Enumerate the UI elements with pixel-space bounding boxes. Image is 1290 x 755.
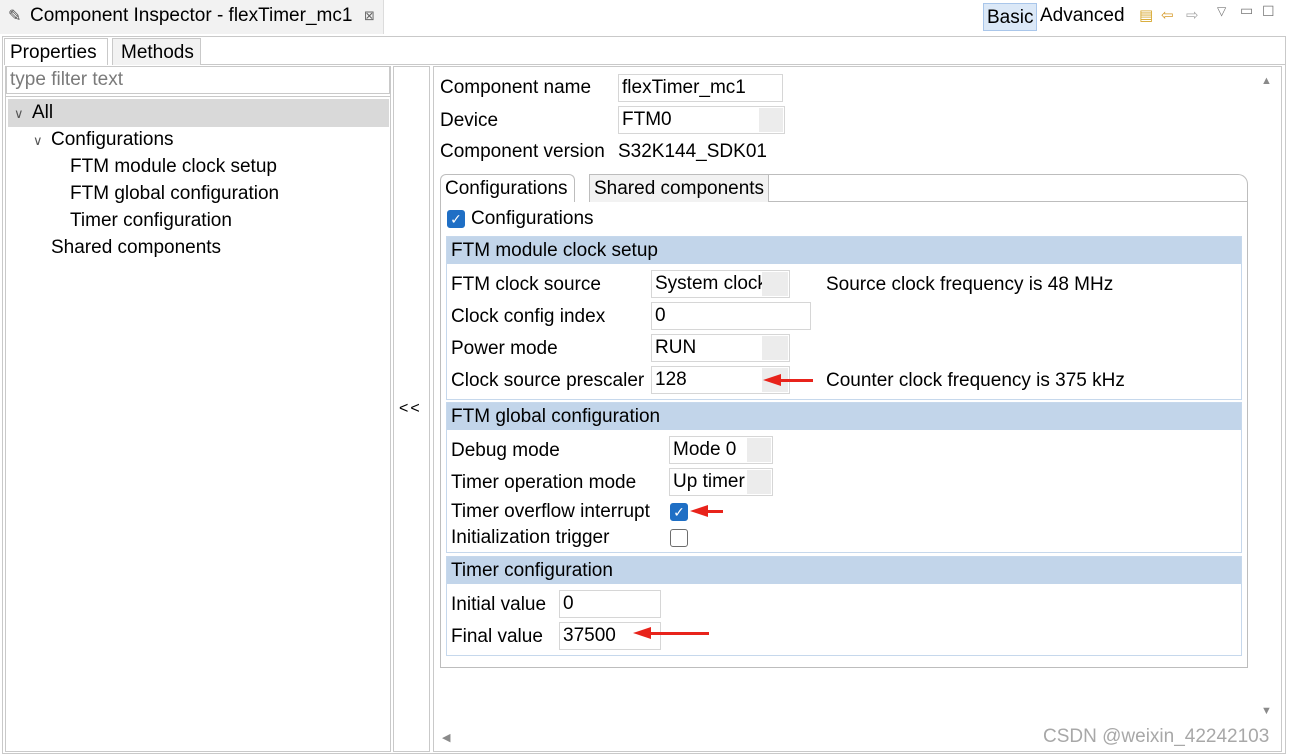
debug-mode-label: Debug mode xyxy=(451,440,560,461)
tree-item-global-config[interactable]: FTM global configuration xyxy=(70,183,279,205)
prescaler-label: Clock source prescaler xyxy=(451,370,645,391)
tree-item-configurations[interactable]: Configurations xyxy=(51,129,174,151)
tab-properties[interactable]: Properties xyxy=(4,38,108,65)
tree-item-clock-setup[interactable]: FTM module clock setup xyxy=(70,156,277,178)
chevron-down-icon[interactable]: ∨ xyxy=(33,133,43,149)
tree-item-all[interactable] xyxy=(8,99,389,127)
close-icon[interactable]: ⊠ xyxy=(364,8,375,24)
configurations-checkbox-label: Configurations xyxy=(471,208,594,229)
initial-value-label: Initial value xyxy=(451,594,547,615)
power-mode-value: RUN xyxy=(655,337,697,358)
operation-mode-value: Up timer xyxy=(673,471,745,492)
tab-methods[interactable]: Methods xyxy=(112,38,201,65)
prescaler-value: 128 xyxy=(655,369,687,390)
advanced-mode-button[interactable]: Advanced xyxy=(1040,5,1125,27)
dropdown-button[interactable] xyxy=(762,336,788,360)
back-arrow-icon[interactable]: ⇦ xyxy=(1161,6,1174,24)
operation-mode-combo[interactable]: Up timer xyxy=(669,468,773,496)
tab-shared-components[interactable]: Shared components xyxy=(589,174,769,202)
view-menu-icon[interactable]: ▽ xyxy=(1217,4,1226,18)
tab-configurations[interactable]: Configurations xyxy=(440,174,575,202)
clock-setup-header: FTM module clock setup xyxy=(447,237,1241,264)
operation-mode-label: Timer operation mode xyxy=(451,472,637,493)
debug-mode-value: Mode 0 xyxy=(673,439,737,460)
forward-arrow-icon[interactable]: ⇨ xyxy=(1186,6,1199,24)
scroll-left-icon[interactable]: ◀ xyxy=(442,731,450,744)
tab-strip-top-border xyxy=(769,174,1237,175)
vertical-scrollbar[interactable] xyxy=(1256,67,1280,727)
device-label: Device xyxy=(440,110,499,131)
minimize-icon[interactable]: ▭ xyxy=(1240,2,1253,19)
tabs-divider xyxy=(200,64,1286,65)
tree-item-all-label[interactable]: All xyxy=(32,102,53,124)
source-clock-hint: Source clock frequency is 48 MHz xyxy=(826,274,1114,295)
component-version-label: Component version xyxy=(440,141,605,162)
collapse-button[interactable]: << xyxy=(399,400,422,418)
overflow-interrupt-label: Timer overflow interrupt xyxy=(451,501,650,522)
init-trigger-label: Initialization trigger xyxy=(451,527,610,548)
filter-input[interactable] xyxy=(6,66,390,94)
watermark: CSDN @weixin_42242103 xyxy=(1043,726,1270,747)
initial-value-field[interactable]: 0 xyxy=(559,590,661,618)
timer-config-header: Timer configuration xyxy=(447,557,1241,584)
device-combo[interactable]: FTM0 xyxy=(618,106,785,134)
device-value: FTM0 xyxy=(622,109,672,130)
scroll-down-icon[interactable]: ▼ xyxy=(1261,705,1272,717)
tab-strip-corner xyxy=(1236,174,1248,202)
basic-mode-button[interactable]: Basic xyxy=(983,3,1037,31)
counter-clock-hint: Counter clock frequency is 375 kHz xyxy=(826,370,1125,391)
maximize-icon[interactable]: ☐ xyxy=(1262,3,1275,20)
note-icon[interactable]: ▤ xyxy=(1139,6,1153,24)
tree-divider xyxy=(6,96,390,97)
debug-mode-combo[interactable]: Mode 0 xyxy=(669,436,773,464)
chevron-down-icon[interactable]: ∨ xyxy=(14,106,24,122)
component-name-field[interactable]: flexTimer_mc1 xyxy=(618,74,783,102)
component-version-value: S32K144_SDK01 xyxy=(618,141,767,162)
clock-source-value: System clock xyxy=(655,273,767,294)
dropdown-button[interactable] xyxy=(747,470,771,494)
pencil-icon: ✎ xyxy=(8,8,22,25)
global-config-header: FTM global configuration xyxy=(447,403,1241,430)
annotation-arrow xyxy=(649,632,709,635)
dropdown-button[interactable] xyxy=(747,438,771,462)
annotation-arrow xyxy=(779,379,813,382)
power-mode-combo[interactable]: RUN xyxy=(651,334,790,362)
clock-source-label: FTM clock source xyxy=(451,274,601,295)
tree-item-shared-components[interactable]: Shared components xyxy=(51,237,221,259)
scroll-up-icon[interactable]: ▲ xyxy=(1261,75,1272,87)
tree-item-timer-config[interactable]: Timer configuration xyxy=(70,210,232,232)
config-index-label: Clock config index xyxy=(451,306,606,327)
configurations-checkbox[interactable]: ✓ xyxy=(447,210,465,228)
dropdown-button[interactable] xyxy=(762,272,788,296)
annotation-arrow xyxy=(706,510,723,513)
power-mode-label: Power mode xyxy=(451,338,558,359)
config-index-field[interactable]: 0 xyxy=(651,302,811,330)
view-title: Component Inspector - flexTimer_mc1 xyxy=(30,5,353,26)
overflow-interrupt-checkbox[interactable]: ✓ xyxy=(670,503,688,521)
component-name-label: Component name xyxy=(440,77,592,98)
dropdown-button[interactable] xyxy=(759,108,783,132)
init-trigger-checkbox[interactable] xyxy=(670,529,688,547)
final-value-label: Final value xyxy=(451,626,543,647)
clock-source-combo[interactable]: System clock xyxy=(651,270,790,298)
